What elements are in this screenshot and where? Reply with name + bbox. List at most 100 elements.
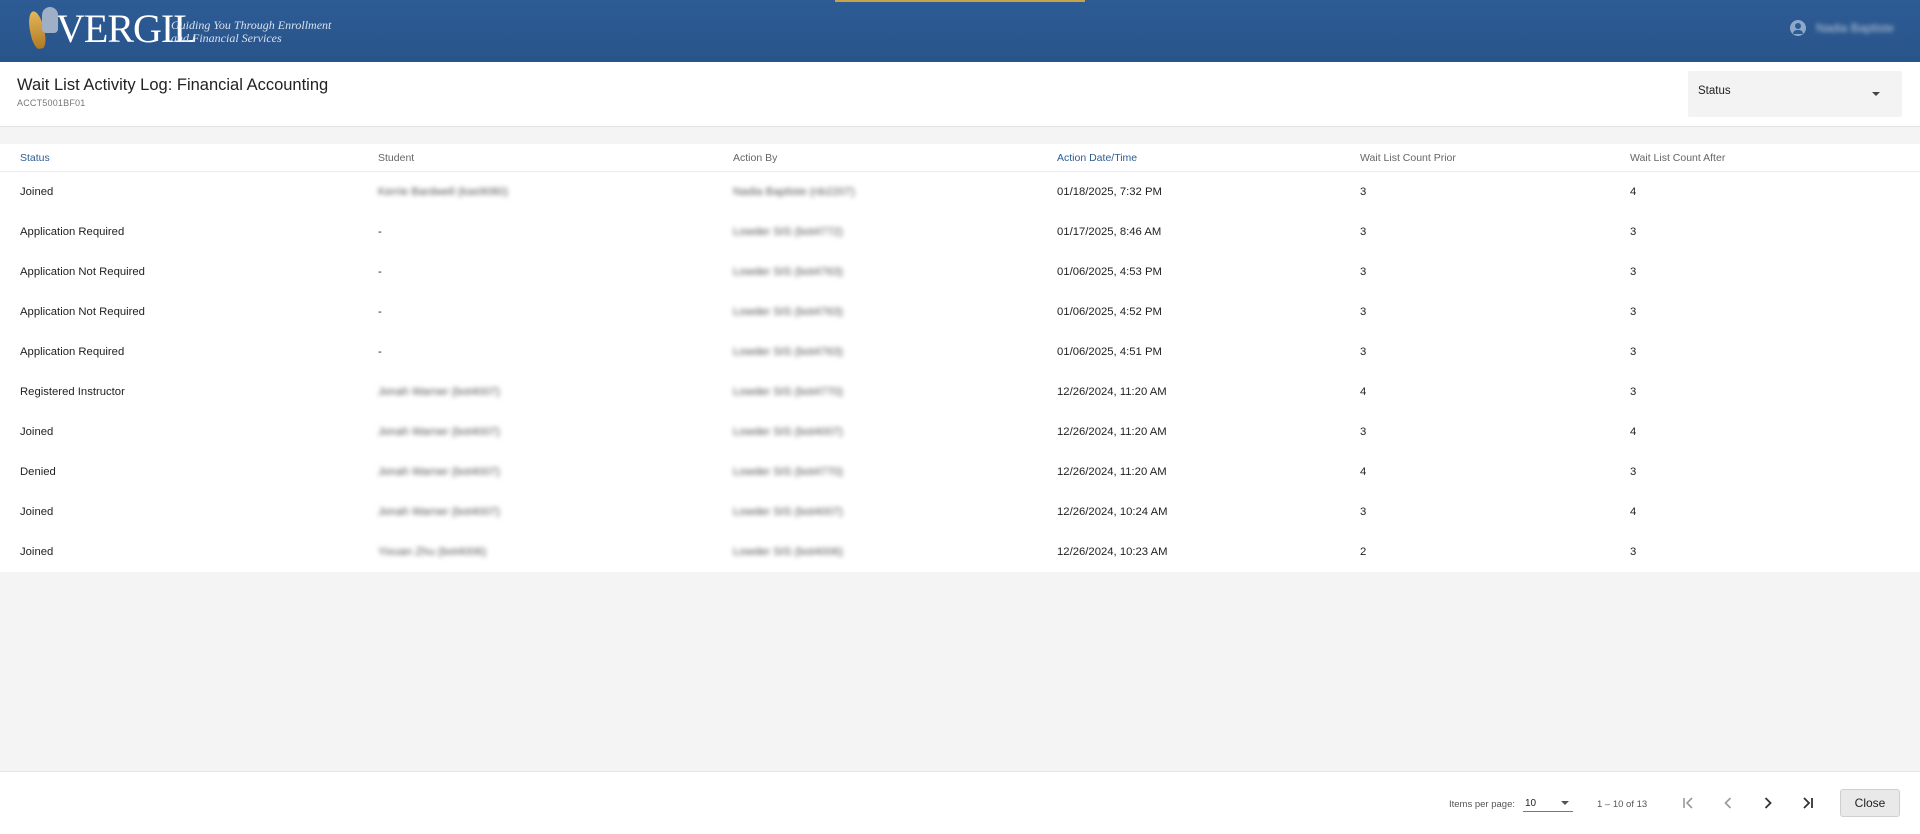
- first-page-button[interactable]: [1676, 791, 1700, 815]
- student-cell: -: [378, 266, 382, 278]
- first-page-icon: [1683, 797, 1693, 809]
- app-header: VERGIL Guiding You Through Enrollment an…: [0, 0, 1920, 62]
- tagline-line-2: and Financial Services: [171, 31, 282, 45]
- count-after-cell: 4: [1630, 506, 1637, 518]
- count-prior-cell: 4: [1360, 386, 1367, 398]
- action-datetime-cell: 01/06/2025, 4:53 PM: [1057, 266, 1162, 278]
- action-by-cell: Lowder SIS (bot4763): [733, 346, 843, 358]
- count-after-cell: 3: [1630, 466, 1637, 478]
- status-filter-label: Status: [1698, 85, 1731, 97]
- student-cell: -: [378, 226, 382, 238]
- last-page-button[interactable]: [1796, 791, 1820, 815]
- column-header-action-by[interactable]: Action By: [733, 144, 777, 171]
- column-header-count-after[interactable]: Wait List Count After: [1630, 144, 1725, 171]
- activity-log-table: Status Student Action By Action Date/Tim…: [0, 144, 1920, 572]
- table-row: Application Required - Lowder SIS (bot4763…: [0, 332, 1920, 372]
- logo-torch-icon: [26, 5, 62, 53]
- status-cell: Application Required: [20, 346, 125, 358]
- table-row: Application Not Required - Lowder SIS (bot…: [0, 252, 1920, 292]
- action-by-cell: Lowder SIS (bot4763): [733, 306, 843, 318]
- table-row: Joined Jonah Warner (bot4007) Lowder SIS (…: [0, 412, 1920, 452]
- status-cell: Joined: [20, 546, 54, 558]
- status-cell: Application Not Required: [20, 306, 145, 318]
- count-after-cell: 3: [1630, 386, 1637, 398]
- user-name: Nadia Baptiste: [1815, 21, 1894, 35]
- status-filter-select[interactable]: Status: [1688, 71, 1902, 117]
- chevron-right-icon: [1764, 797, 1772, 809]
- table-row: Denied Jonah Warner (bot4007) Lowder SIS (…: [0, 452, 1920, 492]
- status-cell: Application Required: [20, 226, 125, 238]
- items-per-page-label: Items per page:: [1449, 799, 1516, 810]
- student-cell: Jonah Warner (bot4007): [378, 466, 501, 478]
- action-by-cell: Lowder SIS (bot4763): [733, 266, 843, 278]
- table-row: Registered Instructor Jonah Warner (bot40…: [0, 372, 1920, 412]
- action-by-cell: Lowder SIS (bot4770): [733, 466, 843, 478]
- count-prior-cell: 3: [1360, 306, 1367, 318]
- user-menu[interactable]: Nadia Baptiste: [1789, 20, 1894, 36]
- status-cell: Joined: [20, 506, 54, 518]
- chevron-left-icon: [1724, 797, 1732, 809]
- chevron-down-icon: [1872, 92, 1880, 96]
- count-prior-cell: 3: [1360, 226, 1367, 238]
- items-per-page-value: 10: [1525, 798, 1537, 809]
- count-after-cell: 3: [1630, 546, 1637, 558]
- action-by-cell: Lowder SIS (bot4007): [733, 506, 843, 518]
- column-header-count-prior[interactable]: Wait List Count Prior: [1360, 144, 1456, 171]
- count-after-cell: 4: [1630, 186, 1637, 198]
- action-by-cell: Lowder SIS (bot4007): [733, 426, 843, 438]
- count-after-cell: 3: [1630, 346, 1637, 358]
- column-header-status[interactable]: Status: [20, 144, 50, 171]
- count-after-cell: 3: [1630, 306, 1637, 318]
- account-circle-icon: [1789, 20, 1806, 36]
- table-body: Joined Kerrie Bardwell (kas9080) Nadia Bap…: [0, 172, 1920, 572]
- next-page-button[interactable]: [1756, 791, 1780, 815]
- count-prior-cell: 3: [1360, 426, 1367, 438]
- count-prior-cell: 3: [1360, 346, 1367, 358]
- action-by-cell: Lowder SIS (bot4770): [733, 386, 843, 398]
- count-prior-cell: 3: [1360, 266, 1367, 278]
- column-header-student[interactable]: Student: [378, 144, 414, 171]
- header-accent-line: [835, 0, 1085, 2]
- last-page-icon: [1803, 797, 1813, 809]
- action-datetime-cell: 12/26/2024, 11:20 AM: [1057, 466, 1167, 478]
- action-by-cell: Nadia Baptiste (nb2207): [733, 186, 855, 198]
- table-header-row: Status Student Action By Action Date/Tim…: [0, 144, 1920, 172]
- student-cell: Jonah Warner (bot4007): [378, 426, 501, 438]
- action-datetime-cell: 01/18/2025, 7:32 PM: [1057, 186, 1162, 198]
- previous-page-button[interactable]: [1716, 791, 1740, 815]
- status-cell: Joined: [20, 186, 54, 198]
- count-prior-cell: 2: [1360, 546, 1367, 558]
- action-datetime-cell: 12/26/2024, 11:20 AM: [1057, 426, 1167, 438]
- logo-tagline: Guiding You Through Enrollment and Finan…: [171, 19, 331, 45]
- status-cell: Application Not Required: [20, 266, 145, 278]
- student-cell: -: [378, 346, 382, 358]
- count-prior-cell: 3: [1360, 506, 1367, 518]
- action-datetime-cell: 01/17/2025, 8:46 AM: [1057, 226, 1162, 238]
- student-cell: Jonah Warner (bot4007): [378, 506, 501, 518]
- chevron-down-icon: [1561, 801, 1569, 805]
- student-cell: Kerrie Bardwell (kas9080): [378, 186, 508, 198]
- course-section-code: ACCT5001BF01: [17, 98, 86, 108]
- action-datetime-cell: 01/06/2025, 4:51 PM: [1057, 346, 1162, 358]
- table-row: Joined Jonah Warner (bot4007) Lowder SIS (…: [0, 492, 1920, 532]
- count-after-cell: 4: [1630, 426, 1637, 438]
- status-cell: Joined: [20, 426, 54, 438]
- table-row: Application Required - Lowder SIS (bot4772…: [0, 212, 1920, 252]
- student-cell: Jonah Warner (bot4007): [378, 386, 501, 398]
- close-button[interactable]: Close: [1840, 789, 1900, 817]
- table-row: Joined Kerrie Bardwell (kas9080) Nadia Bap…: [0, 172, 1920, 212]
- table-row: Application Not Required - Lowder SIS (bot…: [0, 292, 1920, 332]
- count-prior-cell: 4: [1360, 466, 1367, 478]
- action-datetime-cell: 12/26/2024, 10:24 AM: [1057, 506, 1168, 518]
- count-prior-cell: 3: [1360, 186, 1367, 198]
- status-cell: Denied: [20, 466, 56, 478]
- action-datetime-cell: 12/26/2024, 11:20 AM: [1057, 386, 1167, 398]
- count-after-cell: 3: [1630, 226, 1637, 238]
- page-range-label: 1 – 10 of 13: [1597, 799, 1648, 810]
- table-row: Joined Yixuan Zhu (bot4006) Lowder SIS (bo…: [0, 532, 1920, 572]
- student-cell: Yixuan Zhu (bot4006): [378, 546, 487, 558]
- status-cell: Registered Instructor: [20, 386, 125, 398]
- items-per-page-select[interactable]: 10: [1523, 794, 1573, 812]
- column-header-action-datetime[interactable]: Action Date/Time: [1057, 144, 1137, 171]
- title-panel: Wait List Activity Log: Financial Accoun…: [0, 62, 1920, 127]
